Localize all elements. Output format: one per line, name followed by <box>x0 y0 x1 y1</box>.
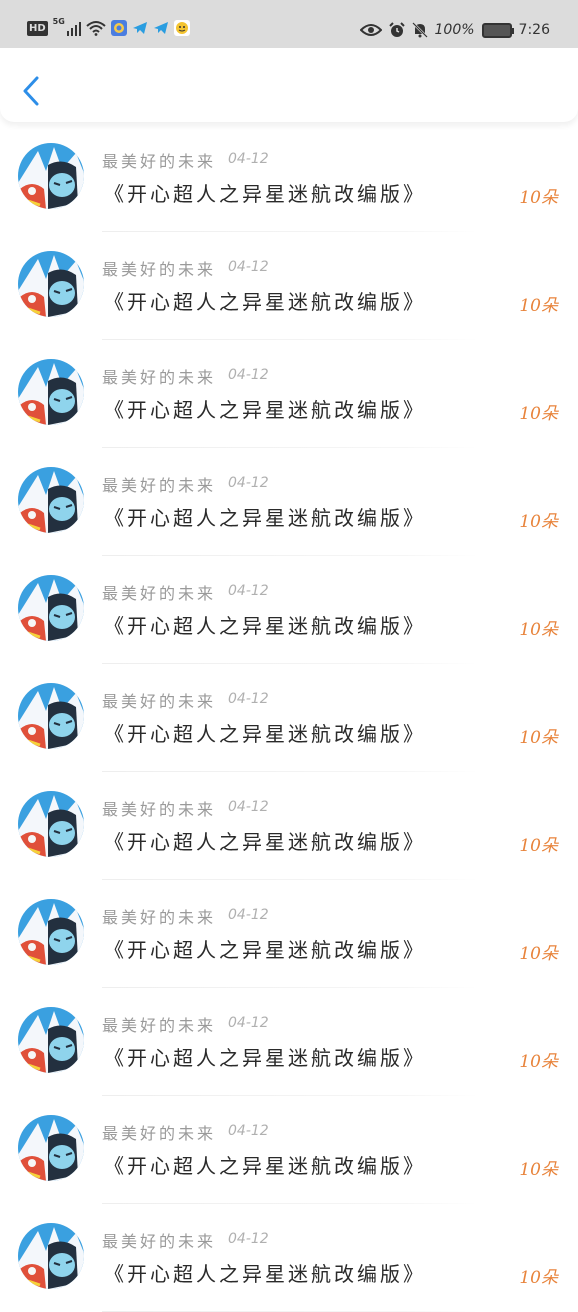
avatar[interactable] <box>18 467 84 533</box>
author-name: 最美好的未来 <box>102 584 217 603</box>
author-name: 最美好的未来 <box>102 1124 217 1143</box>
author-name: 最美好的未来 <box>102 692 217 711</box>
battery-percent: 100% <box>434 22 475 38</box>
avatar-image <box>18 143 84 209</box>
app-icon <box>110 20 127 36</box>
avatar[interactable] <box>18 575 84 641</box>
avatar-image <box>18 1223 84 1289</box>
post-date: 04-12 <box>228 1123 269 1139</box>
status-left: HD 5G <box>27 17 190 36</box>
post-title[interactable]: 《开心超人之异星迷航改编版》 <box>104 178 426 207</box>
reward-list: 最美好的未来 04-12 《开心超人之异星迷航改编版》 10朵 最美好的未来 0… <box>0 124 578 1312</box>
list-item[interactable]: 最美好的未来 04-12 《开心超人之异星迷航改编版》 10朵 <box>0 448 578 556</box>
avatar-image <box>18 1007 84 1073</box>
list-item[interactable]: 最美好的未来 04-12 《开心超人之异星迷航改编版》 10朵 <box>0 772 578 880</box>
status-right: 100% 7:26 <box>359 22 550 38</box>
reward-count: 10朵 <box>519 620 558 640</box>
author-name: 最美好的未来 <box>102 476 217 495</box>
post-title[interactable]: 《开心超人之异星迷航改编版》 <box>104 610 426 639</box>
avatar-image <box>18 683 84 749</box>
post-date: 04-12 <box>228 1015 269 1031</box>
list-item[interactable]: 最美好的未来 04-12 《开心超人之异星迷航改编版》 10朵 <box>0 556 578 664</box>
reward-count: 10朵 <box>519 188 558 208</box>
list-item[interactable]: 最美好的未来 04-12 《开心超人之异星迷航改编版》 10朵 <box>0 880 578 988</box>
post-title[interactable]: 《开心超人之异星迷航改编版》 <box>104 934 426 963</box>
author-name: 最美好的未来 <box>102 800 217 819</box>
reward-count: 10朵 <box>519 728 558 748</box>
header-bar <box>0 48 578 122</box>
author-name: 最美好的未来 <box>102 260 217 279</box>
list-item[interactable]: 最美好的未来 04-12 《开心超人之异星迷航改编版》 10朵 <box>0 232 578 340</box>
telegram-icon <box>153 20 169 36</box>
signal-icon <box>66 20 81 36</box>
list-item[interactable]: 最美好的未来 04-12 《开心超人之异星迷航改编版》 10朵 <box>0 340 578 448</box>
emoji-app-icon <box>173 20 190 36</box>
author-name: 最美好的未来 <box>102 908 217 927</box>
telegram-icon <box>132 20 148 36</box>
post-date: 04-12 <box>228 259 269 275</box>
avatar-image <box>18 575 84 641</box>
post-title[interactable]: 《开心超人之异星迷航改编版》 <box>104 1258 426 1287</box>
post-title[interactable]: 《开心超人之异星迷航改编版》 <box>104 502 426 531</box>
post-date: 04-12 <box>228 907 269 923</box>
reward-count: 10朵 <box>519 512 558 532</box>
avatar[interactable] <box>18 143 84 209</box>
network-type: 5G <box>52 17 65 26</box>
eye-icon <box>359 24 382 36</box>
post-date: 04-12 <box>228 583 269 599</box>
avatar[interactable] <box>18 1007 84 1073</box>
alarm-icon <box>388 22 405 37</box>
reward-count: 10朵 <box>519 1160 558 1180</box>
author-name: 最美好的未来 <box>102 1232 217 1251</box>
avatar[interactable] <box>18 791 84 857</box>
post-date: 04-12 <box>228 151 269 167</box>
avatar[interactable] <box>18 1115 84 1181</box>
avatar[interactable] <box>18 1223 84 1289</box>
battery-icon <box>481 22 514 38</box>
post-date: 04-12 <box>228 691 269 707</box>
reward-count: 10朵 <box>519 404 558 424</box>
post-date: 04-12 <box>228 367 269 383</box>
reward-count: 10朵 <box>519 296 558 316</box>
post-title[interactable]: 《开心超人之异星迷航改编版》 <box>104 394 426 423</box>
avatar[interactable] <box>18 683 84 749</box>
chevron-left-icon <box>23 76 39 106</box>
list-item[interactable]: 最美好的未来 04-12 《开心超人之异星迷航改编版》 10朵 <box>0 664 578 772</box>
clock: 7:26 <box>518 22 550 38</box>
reward-count: 10朵 <box>519 1052 558 1072</box>
avatar-image <box>18 791 84 857</box>
reward-count: 10朵 <box>519 836 558 856</box>
bell-off-icon <box>411 22 428 38</box>
wifi-icon <box>86 21 106 36</box>
reward-count: 10朵 <box>519 944 558 964</box>
post-date: 04-12 <box>228 1231 269 1247</box>
post-title[interactable]: 《开心超人之异星迷航改编版》 <box>104 826 426 855</box>
post-title[interactable]: 《开心超人之异星迷航改编版》 <box>104 1042 426 1071</box>
avatar-image <box>18 251 84 317</box>
avatar-image <box>18 899 84 965</box>
post-date: 04-12 <box>228 475 269 491</box>
post-title[interactable]: 《开心超人之异星迷航改编版》 <box>104 718 426 747</box>
avatar[interactable] <box>18 251 84 317</box>
avatar-image <box>18 1115 84 1181</box>
hd-icon: HD <box>27 20 48 36</box>
reward-count: 10朵 <box>519 1268 558 1288</box>
list-item[interactable]: 最美好的未来 04-12 《开心超人之异星迷航改编版》 10朵 <box>0 988 578 1096</box>
list-item[interactable]: 最美好的未来 04-12 《开心超人之异星迷航改编版》 10朵 <box>0 1096 578 1204</box>
status-bar: HD 5G 100% 7:26 <box>0 0 578 48</box>
avatar-image <box>18 359 84 425</box>
author-name: 最美好的未来 <box>102 368 217 387</box>
post-title[interactable]: 《开心超人之异星迷航改编版》 <box>104 286 426 315</box>
list-item[interactable]: 最美好的未来 04-12 《开心超人之异星迷航改编版》 10朵 <box>0 1204 578 1312</box>
post-title[interactable]: 《开心超人之异星迷航改编版》 <box>104 1150 426 1179</box>
back-button[interactable] <box>14 72 48 110</box>
post-date: 04-12 <box>228 799 269 815</box>
avatar[interactable] <box>18 899 84 965</box>
list-item[interactable]: 最美好的未来 04-12 《开心超人之异星迷航改编版》 10朵 <box>0 124 578 232</box>
author-name: 最美好的未来 <box>102 1016 217 1035</box>
avatar[interactable] <box>18 359 84 425</box>
author-name: 最美好的未来 <box>102 152 217 171</box>
avatar-image <box>18 467 84 533</box>
